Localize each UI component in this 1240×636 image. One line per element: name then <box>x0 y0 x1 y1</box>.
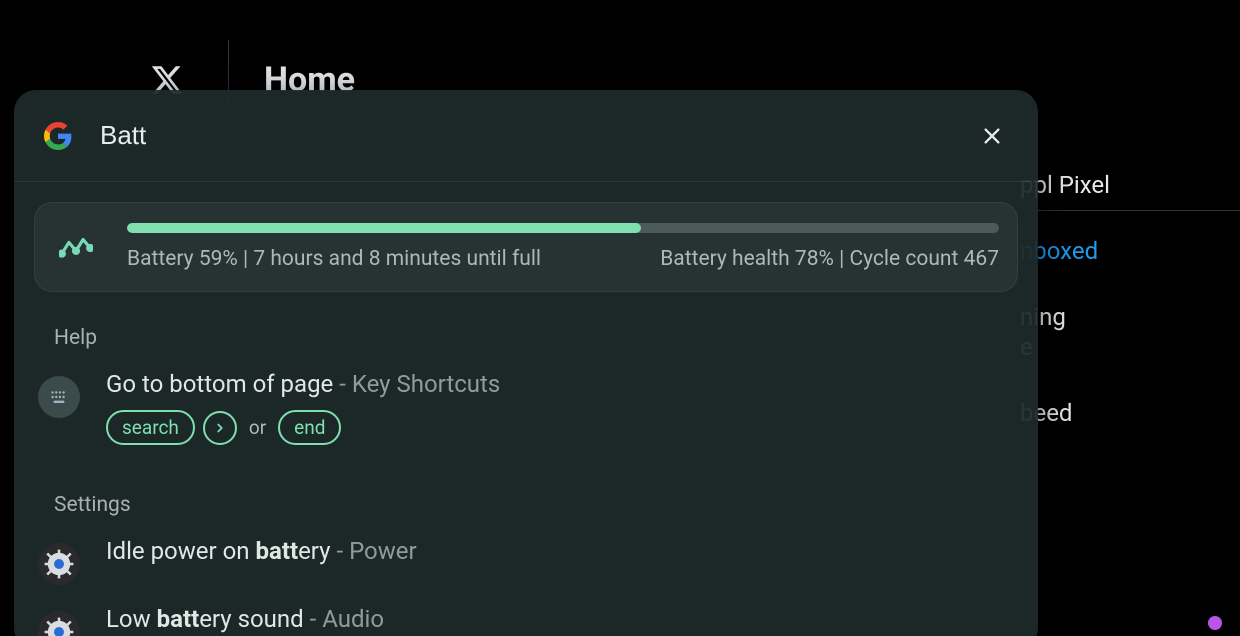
chip-search: search <box>106 410 195 445</box>
chip-or-label: or <box>245 416 270 439</box>
settings-result-title: Idle power on battery - Power <box>106 537 1014 565</box>
gear-icon <box>38 611 80 636</box>
section-label-help: Help <box>54 326 1018 350</box>
background-purple-dot-icon <box>1208 616 1222 630</box>
chip-end: end <box>278 410 341 445</box>
battery-progress-track <box>127 223 999 233</box>
settings-result-low-battery-sound[interactable]: Low battery sound - Audio <box>34 599 1018 636</box>
search-header <box>14 90 1038 182</box>
close-icon <box>981 125 1003 147</box>
settings-result-content: Low battery sound - Audio <box>106 605 1014 633</box>
battery-info: Battery 59% | 7 hours and 8 minutes unti… <box>127 221 999 271</box>
battery-status-right: Battery health 78% | Cycle count 467 <box>660 247 999 271</box>
bg-right-item-3: ning e <box>1020 292 1220 388</box>
help-result-content: Go to bottom of page - Key Shortcuts sea… <box>106 370 1014 445</box>
bg-right-item-2: nboxed <box>1020 226 1220 292</box>
section-label-settings: Settings <box>54 493 1018 517</box>
google-logo-icon <box>44 122 72 150</box>
help-result-title: Go to bottom of page - Key Shortcuts <box>106 370 1014 398</box>
analytics-icon <box>53 225 99 271</box>
bg-right-item-4: beed <box>1020 388 1220 454</box>
search-results-body: Battery 59% | 7 hours and 8 minutes unti… <box>14 182 1038 636</box>
battery-status-card[interactable]: Battery 59% | 7 hours and 8 minutes unti… <box>34 202 1018 292</box>
background-right-column: ppl Pixel nboxed ning e beed <box>1020 160 1220 454</box>
key-shortcut-chips: search or end <box>106 410 1014 445</box>
battery-progress-fill <box>127 223 641 233</box>
settings-result-title: Low battery sound - Audio <box>106 605 1014 633</box>
battery-status-left: Battery 59% | 7 hours and 8 minutes unti… <box>127 247 541 271</box>
search-input[interactable] <box>100 120 974 151</box>
bg-right-item-1: ppl Pixel <box>1020 160 1220 226</box>
chevron-right-icon <box>213 421 227 435</box>
settings-result-content: Idle power on battery - Power <box>106 537 1014 565</box>
search-popup: Battery 59% | 7 hours and 8 minutes unti… <box>14 90 1038 636</box>
settings-result-idle-power[interactable]: Idle power on battery - Power <box>34 531 1018 599</box>
close-button[interactable] <box>974 118 1010 154</box>
background-horizontal-separator <box>1030 210 1240 211</box>
keyboard-icon <box>38 376 80 418</box>
gear-icon <box>38 543 80 585</box>
help-result-shortcuts[interactable]: Go to bottom of page - Key Shortcuts sea… <box>34 364 1018 459</box>
chip-chevron <box>203 411 237 445</box>
battery-text-row: Battery 59% | 7 hours and 8 minutes unti… <box>127 247 999 271</box>
